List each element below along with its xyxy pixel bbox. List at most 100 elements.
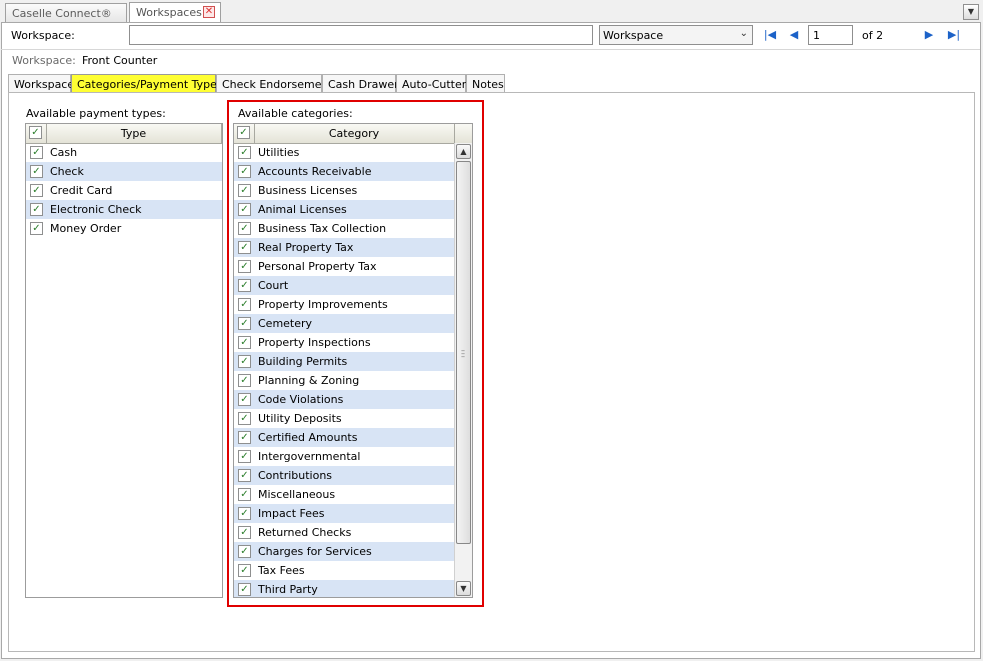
payment-type-row[interactable]: ✓ Check bbox=[26, 162, 222, 181]
row-checkbox[interactable]: ✓ bbox=[238, 450, 251, 463]
row-checkbox[interactable]: ✓ bbox=[238, 146, 251, 159]
category-row[interactable]: ✓ Real Property Tax bbox=[234, 238, 454, 257]
row-checkbox[interactable]: ✓ bbox=[238, 412, 251, 425]
row-label: Animal Licenses bbox=[258, 203, 347, 216]
row-checkbox[interactable]: ✓ bbox=[238, 298, 251, 311]
category-row[interactable]: ✓ Personal Property Tax bbox=[234, 257, 454, 276]
next-record-icon[interactable]: ▶ bbox=[921, 27, 937, 43]
vertical-scrollbar[interactable]: ▲ – – – ▼ bbox=[454, 143, 472, 597]
row-checkbox[interactable]: ✓ bbox=[238, 222, 251, 235]
row-label: Miscellaneous bbox=[258, 488, 336, 501]
current-workspace-label: Workspace: bbox=[12, 54, 76, 67]
row-checkbox[interactable]: ✓ bbox=[238, 393, 251, 406]
document-tab-strip: Caselle Connect® Workspaces ✕ ▼ bbox=[0, 0, 983, 22]
tab-categories-payment-types[interactable]: Categories/Payment Types bbox=[71, 74, 223, 93]
row-checkbox[interactable]: ✓ bbox=[238, 165, 251, 178]
row-checkbox[interactable]: ✓ bbox=[238, 184, 251, 197]
row-label: Returned Checks bbox=[258, 526, 352, 539]
row-label: Real Property Tax bbox=[258, 241, 354, 254]
row-checkbox[interactable]: ✓ bbox=[238, 507, 251, 520]
category-row[interactable]: ✓ Business Licenses bbox=[234, 181, 454, 200]
row-checkbox[interactable]: ✓ bbox=[30, 184, 43, 197]
category-row[interactable]: ✓ Building Permits bbox=[234, 352, 454, 371]
scroll-down-icon[interactable]: ▼ bbox=[456, 581, 471, 596]
category-row[interactable]: ✓ Contributions bbox=[234, 466, 454, 485]
grid-header: ✓ Type bbox=[26, 124, 222, 144]
category-row[interactable]: ✓ Property Inspections bbox=[234, 333, 454, 352]
category-row[interactable]: ✓ Cemetery bbox=[234, 314, 454, 333]
row-checkbox[interactable]: ✓ bbox=[238, 317, 251, 330]
row-checkbox[interactable]: ✓ bbox=[238, 488, 251, 501]
workspace-search-input[interactable] bbox=[129, 25, 593, 45]
column-header-category[interactable]: Category bbox=[254, 124, 455, 143]
row-label: Building Permits bbox=[258, 355, 348, 368]
row-checkbox[interactable]: ✓ bbox=[238, 355, 251, 368]
tab-workspace[interactable]: Workspace bbox=[8, 74, 74, 93]
previous-record-icon[interactable]: ◀ bbox=[786, 27, 802, 43]
row-checkbox[interactable]: ✓ bbox=[30, 146, 43, 159]
category-row[interactable]: ✓ Tax Fees bbox=[234, 561, 454, 580]
row-checkbox[interactable]: ✓ bbox=[238, 469, 251, 482]
category-row[interactable]: ✓ Animal Licenses bbox=[234, 200, 454, 219]
category-row[interactable]: ✓ Impact Fees bbox=[234, 504, 454, 523]
row-checkbox[interactable]: ✓ bbox=[238, 431, 251, 444]
row-checkbox[interactable]: ✓ bbox=[238, 279, 251, 292]
category-row[interactable]: ✓ Utilities bbox=[234, 143, 454, 162]
row-checkbox[interactable]: ✓ bbox=[30, 222, 43, 235]
category-row[interactable]: ✓ Utility Deposits bbox=[234, 409, 454, 428]
category-row[interactable]: ✓ Accounts Receivable bbox=[234, 162, 454, 181]
category-row[interactable]: ✓ Property Improvements bbox=[234, 295, 454, 314]
doc-tab-workspaces[interactable]: Workspaces ✕ bbox=[129, 2, 221, 22]
category-row[interactable]: ✓ Code Violations bbox=[234, 390, 454, 409]
payment-type-row[interactable]: ✓ Money Order bbox=[26, 219, 222, 238]
doc-tab-caselle-connect[interactable]: Caselle Connect® bbox=[5, 3, 127, 22]
page-number-input[interactable]: 1 bbox=[808, 25, 853, 45]
tab-list-dropdown-icon[interactable]: ▼ bbox=[963, 4, 979, 20]
last-record-icon[interactable]: ▶| bbox=[946, 27, 962, 43]
row-label: Accounts Receivable bbox=[258, 165, 372, 178]
category-row[interactable]: ✓ Business Tax Collection bbox=[234, 219, 454, 238]
row-label: Charges for Services bbox=[258, 545, 372, 558]
tab-cash-drawer[interactable]: Cash Drawer bbox=[322, 74, 399, 93]
category-row[interactable]: ✓ Planning & Zoning bbox=[234, 371, 454, 390]
row-checkbox[interactable]: ✓ bbox=[238, 583, 251, 596]
tab-auto-cutter[interactable]: Auto-Cutter bbox=[396, 74, 466, 93]
row-checkbox[interactable]: ✓ bbox=[238, 203, 251, 216]
category-row[interactable]: ✓ Returned Checks bbox=[234, 523, 454, 542]
workspace-type-select[interactable]: Workspace ⌄ bbox=[599, 25, 753, 45]
row-label: Planning & Zoning bbox=[258, 374, 360, 387]
tab-notes[interactable]: Notes bbox=[466, 74, 505, 93]
payment-type-row[interactable]: ✓ Credit Card bbox=[26, 181, 222, 200]
row-checkbox[interactable]: ✓ bbox=[238, 526, 251, 539]
category-row[interactable]: ✓ Third Party bbox=[234, 580, 454, 597]
tab-label: Check Endorsement bbox=[222, 78, 333, 91]
workspace-type-value: Workspace bbox=[603, 29, 664, 42]
row-checkbox[interactable]: ✓ bbox=[238, 545, 251, 558]
row-label: Credit Card bbox=[50, 184, 113, 197]
category-row[interactable]: ✓ Court bbox=[234, 276, 454, 295]
scrollbar-thumb[interactable]: – – – bbox=[456, 161, 471, 544]
row-checkbox[interactable]: ✓ bbox=[30, 165, 43, 178]
payment-type-row[interactable]: ✓ Electronic Check bbox=[26, 200, 222, 219]
category-row[interactable]: ✓ Certified Amounts bbox=[234, 428, 454, 447]
first-record-icon[interactable]: |◀ bbox=[762, 27, 778, 43]
tab-check-endorsement[interactable]: Check Endorsement bbox=[216, 74, 333, 93]
row-checkbox[interactable]: ✓ bbox=[238, 564, 251, 577]
row-checkbox[interactable]: ✓ bbox=[238, 260, 251, 273]
select-all-checkbox[interactable]: ✓ bbox=[237, 126, 250, 139]
category-row[interactable]: ✓ Charges for Services bbox=[234, 542, 454, 561]
payment-type-row[interactable]: ✓ Cash bbox=[26, 143, 222, 162]
category-row[interactable]: ✓ Intergovernmental bbox=[234, 447, 454, 466]
row-label: Money Order bbox=[50, 222, 122, 235]
row-label: Cash bbox=[50, 146, 78, 159]
row-checkbox[interactable]: ✓ bbox=[238, 241, 251, 254]
scroll-up-icon[interactable]: ▲ bbox=[456, 144, 471, 159]
category-row[interactable]: ✓ Miscellaneous bbox=[234, 485, 454, 504]
select-all-checkbox[interactable]: ✓ bbox=[29, 126, 42, 139]
column-header-type[interactable]: Type bbox=[46, 124, 222, 143]
current-workspace-value: Front Counter bbox=[82, 54, 158, 67]
row-checkbox[interactable]: ✓ bbox=[238, 336, 251, 349]
row-checkbox[interactable]: ✓ bbox=[30, 203, 43, 216]
row-checkbox[interactable]: ✓ bbox=[238, 374, 251, 387]
close-icon[interactable]: ✕ bbox=[203, 6, 215, 18]
